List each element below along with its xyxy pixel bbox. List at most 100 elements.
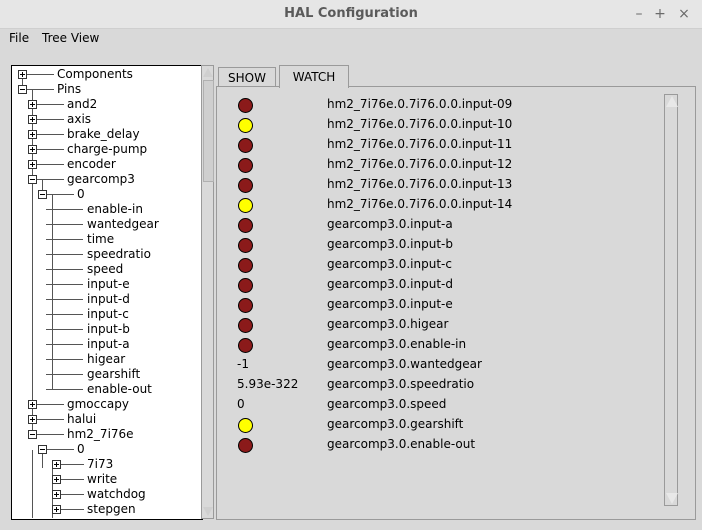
watch-value: 5.93e-322 (237, 377, 299, 391)
watch-row[interactable]: gearcomp3.0.higear (217, 315, 657, 335)
tree-node[interactable]: 0 (12, 442, 202, 457)
tab-show[interactable]: SHOW (218, 67, 276, 88)
tree-node[interactable]: brake_delay (12, 127, 202, 142)
watch-scroll-up-icon[interactable] (666, 96, 678, 107)
expand-icon[interactable] (28, 145, 37, 154)
tree-node[interactable]: and2 (12, 97, 202, 112)
expand-icon[interactable] (28, 115, 37, 124)
tree-node[interactable]: input-e (12, 277, 202, 292)
watch-pin-name: gearcomp3.0.input-d (327, 277, 453, 291)
watch-row[interactable]: hm2_7i76e.0.7i76.0.0.input-13 (217, 175, 657, 195)
minimize-icon[interactable]: – (631, 6, 647, 22)
led-on-indicator (238, 118, 253, 133)
watch-panel: hm2_7i76e.0.7i76.0.0.input-09 hm2_7i76e.0… (216, 86, 696, 520)
tree-connector (60, 464, 84, 465)
watch-row[interactable]: gearcomp3.0.input-d (217, 275, 657, 295)
tree-node[interactable]: input-c (12, 307, 202, 322)
collapse-icon[interactable] (38, 445, 47, 454)
expand-icon[interactable] (28, 160, 37, 169)
tree-node[interactable]: axis (12, 112, 202, 127)
tree-scrollbar[interactable] (201, 65, 214, 519)
expand-icon[interactable] (52, 460, 61, 469)
tree-node-label: input-a (87, 337, 130, 351)
expand-icon[interactable] (52, 505, 61, 514)
menu-tree-view[interactable]: Tree View (42, 31, 99, 45)
collapse-icon[interactable] (28, 430, 37, 439)
close-icon[interactable]: × (676, 6, 692, 22)
tree-node[interactable]: Pins (12, 82, 202, 97)
collapse-icon[interactable] (38, 190, 47, 199)
led-off-indicator (238, 298, 253, 313)
watch-pin-name: gearcomp3.0.speedratio (327, 377, 475, 391)
watch-row[interactable]: gearcomp3.0.input-c (217, 255, 657, 275)
watch-row[interactable]: gearcomp3.0.enable-out (217, 435, 657, 455)
tree-node[interactable]: enable-in (12, 202, 202, 217)
tree-node[interactable]: 7i73 (12, 457, 202, 472)
scroll-up-icon[interactable] (203, 68, 213, 77)
tab-watch[interactable]: WATCH (279, 65, 349, 88)
watch-row[interactable]: gearcomp3.0.input-a (217, 215, 657, 235)
tree-node[interactable]: watchdog (12, 487, 202, 502)
tree-node[interactable]: speed (12, 262, 202, 277)
tree-node[interactable]: stepgen (12, 502, 202, 517)
tree-node[interactable]: input-b (12, 322, 202, 337)
watch-row[interactable]: hm2_7i76e.0.7i76.0.0.input-11 (217, 135, 657, 155)
watch-scrollbar[interactable] (664, 94, 678, 506)
watch-row[interactable]: hm2_7i76e.0.7i76.0.0.input-12 (217, 155, 657, 175)
tree-node[interactable]: encoder (12, 157, 202, 172)
tree-node[interactable]: wantedgear (12, 217, 202, 232)
maximize-icon[interactable]: + (652, 6, 668, 22)
expand-icon[interactable] (52, 490, 61, 499)
tree-node[interactable]: enable-out (12, 382, 202, 397)
tree-node-label: gearshift (87, 367, 141, 381)
watch-row[interactable]: hm2_7i76e.0.7i76.0.0.input-09 (217, 95, 657, 115)
expand-icon[interactable] (28, 400, 37, 409)
tree-node-label: input-d (87, 292, 130, 306)
tree-node[interactable]: gearcomp3 (12, 172, 202, 187)
watch-row[interactable]: hm2_7i76e.0.7i76.0.0.input-10 (217, 115, 657, 135)
watch-row[interactable]: gearcomp3.0.enable-in (217, 335, 657, 355)
tree-connector (36, 434, 64, 435)
watch-row[interactable]: gearcomp3.0.input-e (217, 295, 657, 315)
watch-row[interactable]: gearcomp3.0.gearshift (217, 415, 657, 435)
tree-node[interactable]: write (12, 472, 202, 487)
watch-row[interactable]: -1 gearcomp3.0.wantedgear (217, 355, 657, 375)
menu-file[interactable]: File (9, 31, 29, 45)
led-off-indicator (238, 338, 253, 353)
tree-node[interactable]: halui (12, 412, 202, 427)
tree-connector (46, 224, 83, 225)
tree-connector (36, 179, 64, 180)
title-bar[interactable]: HAL Configuration – + × (0, 0, 702, 29)
tree-node[interactable]: 0 (12, 187, 202, 202)
watch-pin-name: gearcomp3.0.speed (327, 397, 447, 411)
expand-icon[interactable] (52, 475, 61, 484)
tree-node[interactable]: charge-pump (12, 142, 202, 157)
tree-node[interactable]: time (12, 232, 202, 247)
expand-icon[interactable] (28, 130, 37, 139)
expand-icon[interactable] (28, 100, 37, 109)
collapse-icon[interactable] (28, 175, 37, 184)
watch-row[interactable]: hm2_7i76e.0.7i76.0.0.input-14 (217, 195, 657, 215)
tree-node[interactable]: Components (12, 67, 202, 82)
watch-row[interactable]: 5.93e-322 gearcomp3.0.speedratio (217, 375, 657, 395)
scroll-thumb[interactable] (203, 80, 214, 182)
expand-icon[interactable] (18, 70, 27, 79)
tree-connector (46, 449, 74, 450)
tree-node[interactable]: speedratio (12, 247, 202, 262)
tree-node[interactable]: gmoccapy (12, 397, 202, 412)
led-off-indicator (238, 178, 253, 193)
tree-connector (46, 329, 83, 330)
scroll-down-icon[interactable] (203, 507, 213, 516)
watch-row[interactable]: gearcomp3.0.input-b (217, 235, 657, 255)
tree-node[interactable]: input-a (12, 337, 202, 352)
hal-tree[interactable]: Components Pins and2 axis brake_delay charge-… (11, 65, 203, 520)
collapse-icon[interactable] (18, 85, 27, 94)
led-off-indicator (238, 258, 253, 273)
watch-row[interactable]: 0 gearcomp3.0.speed (217, 395, 657, 415)
watch-scroll-down-icon[interactable] (666, 493, 678, 504)
tree-node[interactable]: gearshift (12, 367, 202, 382)
tree-node[interactable]: hm2_7i76e (12, 427, 202, 442)
tree-node[interactable]: higear (12, 352, 202, 367)
expand-icon[interactable] (28, 415, 37, 424)
tree-node[interactable]: input-d (12, 292, 202, 307)
